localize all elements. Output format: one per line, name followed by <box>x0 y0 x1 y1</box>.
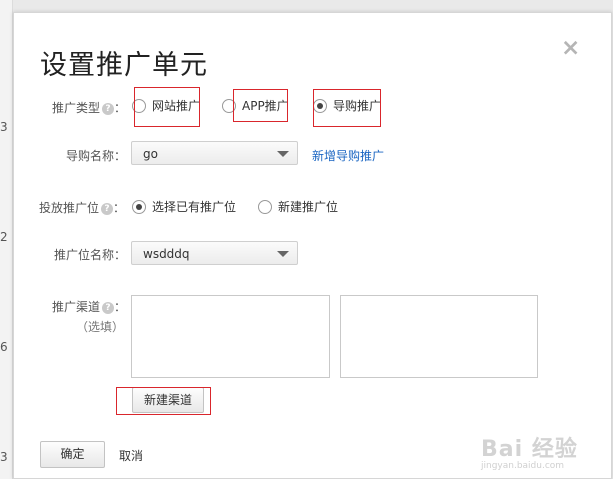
help-icon[interactable]: ? <box>102 102 115 115</box>
background-row-digit: 3 <box>0 450 8 464</box>
shopping-name-label: 导购名称： <box>66 149 127 163</box>
channel-label: 推广渠道?： <box>52 300 127 314</box>
cancel-button[interactable]: 取消 <box>119 447 143 464</box>
help-icon[interactable]: ? <box>102 301 115 314</box>
placement-name-label: 推广位名称： <box>54 248 127 262</box>
select-value: go <box>143 147 158 161</box>
background-row-digit: 6 <box>0 340 8 354</box>
background-row-digit: 3 <box>0 120 8 134</box>
shopping-name-select[interactable]: go <box>131 141 298 165</box>
watermark: Bai 经验 jingyan.baidu.com <box>481 431 578 471</box>
add-shopping-promo-link[interactable]: 新增导购推广 <box>312 147 384 164</box>
radio-label: 新建推广位 <box>278 200 339 214</box>
confirm-button[interactable]: 确定 <box>40 441 105 468</box>
dialog-title: 设置推广单元 <box>40 50 208 81</box>
select-value: wsdddq <box>143 247 190 261</box>
placement-label-text: 投放推广位 <box>39 201 100 215</box>
highlight-box <box>233 89 288 122</box>
watermark-logo: Bai 经验 <box>481 437 578 462</box>
highlight-box <box>116 387 211 415</box>
highlight-box <box>313 89 381 127</box>
chevron-down-icon <box>277 151 289 157</box>
placement-name-select[interactable]: wsdddq <box>131 241 298 265</box>
watermark-url: jingyan.baidu.com <box>481 461 565 471</box>
optional-hint: （选填） <box>76 320 125 334</box>
promo-type-label-text: 推广类型 <box>52 101 101 115</box>
radio-new-placement[interactable]: 新建推广位 <box>258 198 338 215</box>
set-promo-unit-dialog: 设置推广单元 × 推广类型?： 网站推广 APP推广 导购推广 导购名称： go… <box>13 12 612 479</box>
radio-label: 选择已有推广位 <box>152 200 237 214</box>
help-icon[interactable]: ? <box>101 202 114 215</box>
highlight-box <box>134 87 200 127</box>
channel-list-right[interactable] <box>340 295 538 378</box>
radio-existing-placement[interactable]: 选择已有推广位 <box>132 198 236 215</box>
channel-label-text: 推广渠道 <box>52 300 101 314</box>
radio-circle-icon <box>258 199 272 214</box>
promo-type-label: 推广类型?： <box>52 101 127 115</box>
background-row-digit: 2 <box>0 230 8 244</box>
radio-selected-icon <box>132 199 146 214</box>
placement-label: 投放推广位?： <box>39 201 126 215</box>
background-page: 3 2 6 3 <box>0 0 13 479</box>
channel-list-left[interactable] <box>131 295 330 378</box>
close-icon[interactable]: × <box>561 37 580 60</box>
chevron-down-icon <box>277 251 289 257</box>
